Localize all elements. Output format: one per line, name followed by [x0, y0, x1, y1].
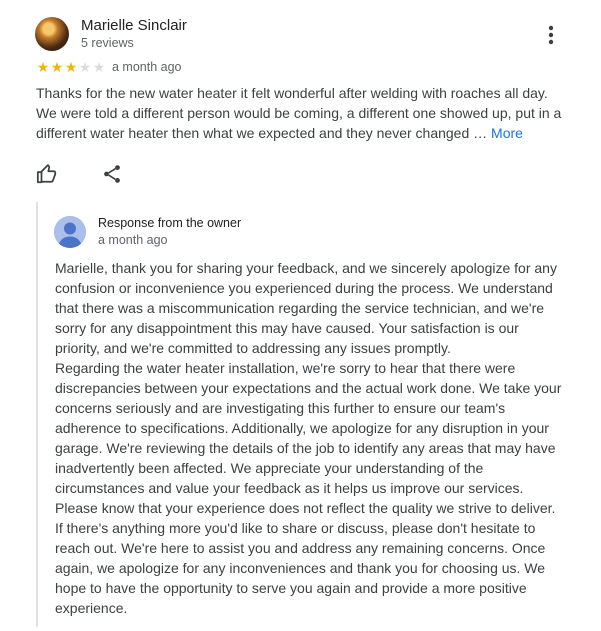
response-text-line: sorry for any disappointment this may ha… [55, 320, 519, 336]
review-text-line: different water heater then what we expe… [36, 123, 581, 143]
response-text-line: circumstances and value your feedback as… [55, 480, 524, 496]
response-divider [36, 202, 38, 627]
review-date: a month ago [112, 60, 182, 74]
star-filled-icon: ★ [50, 59, 64, 75]
response-text-line: Marielle, thank you for sharing your fee… [55, 260, 557, 276]
review-text-line: We were told a different person would be… [36, 105, 562, 121]
owner-response-title: Response from the owner [98, 216, 242, 230]
response-text-line: If there's anything more you'd like to s… [55, 520, 536, 536]
review-text-line: Thanks for the new water heater it felt … [36, 85, 548, 101]
star-empty-icon: ★ [92, 59, 106, 75]
share-button[interactable] [101, 163, 123, 185]
star-rating: ★★★★★ [36, 60, 106, 74]
reviewer-name[interactable]: Marielle Sinclair [81, 17, 187, 34]
star-filled-icon: ★ [36, 59, 50, 75]
response-text-line: priority, and we're committed to address… [55, 340, 451, 356]
owner-response-text: Marielle, thank you for sharing your fee… [55, 258, 585, 618]
response-text-line: Regarding the water heater installation,… [55, 360, 516, 376]
response-text-line: that there was a miscommunication regard… [55, 300, 545, 316]
more-link[interactable]: More [491, 125, 523, 141]
person-avatar-icon [54, 216, 86, 248]
response-text-line: Please know that your experience does no… [55, 500, 556, 516]
review-text: Thanks for the new water heater it felt … [36, 83, 581, 143]
response-text-line: garage. We're reviewing the details of t… [55, 440, 556, 456]
response-text-line: concerns seriously and are investigating… [55, 400, 506, 416]
reviewer-avatar[interactable] [35, 17, 69, 51]
star-empty-icon: ★ [78, 59, 92, 75]
reviewer-review-count: 5 reviews [81, 36, 134, 50]
response-text-line: reach out. We're here to assist you and … [55, 540, 546, 556]
star-filled-icon: ★ [64, 59, 78, 75]
response-text-line: adherence to specifications. Additionall… [55, 420, 549, 436]
like-button[interactable] [36, 163, 58, 185]
thumbs-up-icon [36, 164, 57, 184]
response-text-line: discrepancies between your expectations … [55, 380, 562, 396]
share-icon [104, 165, 120, 183]
more-options-button[interactable] [540, 23, 562, 47]
response-text-line: experience. [55, 600, 128, 616]
response-text-line: inadvertently been affected. We apprecia… [55, 460, 484, 476]
review-text-line-part: different water heater then what we expe… [36, 125, 492, 141]
more-vert-icon [548, 25, 554, 45]
response-text-line: again, we apologize for any inconvenienc… [55, 560, 546, 576]
owner-avatar [54, 216, 86, 248]
owner-response-date: a month ago [98, 233, 168, 247]
response-text-line: hope to have the opportunity to serve yo… [55, 580, 527, 596]
response-text-line: confusion or inconvenience you experienc… [55, 280, 553, 296]
